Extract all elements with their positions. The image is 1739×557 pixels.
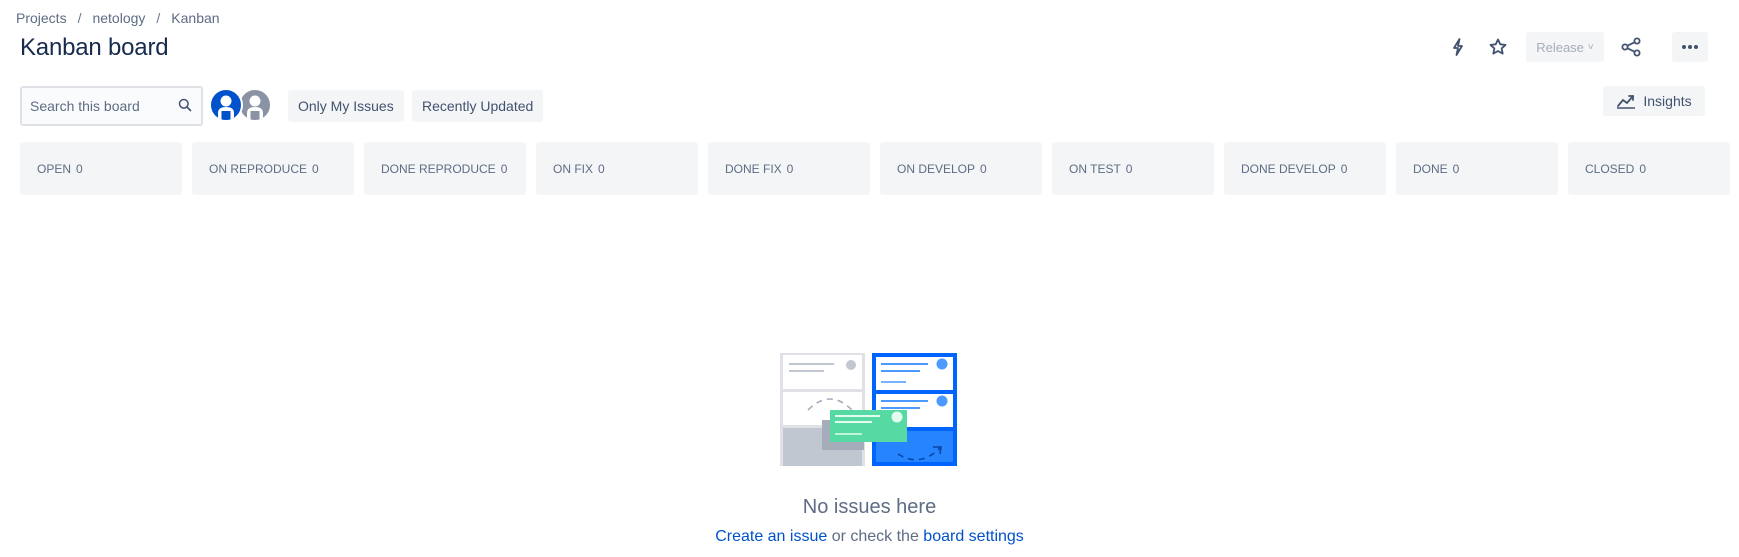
automation-button[interactable] xyxy=(1444,33,1472,61)
release-button[interactable]: Release ˅ xyxy=(1526,32,1604,62)
recently-updated-filter[interactable]: Recently Updated xyxy=(412,90,544,122)
avatar-icon xyxy=(218,95,234,120)
column-count: 0 xyxy=(980,161,987,176)
avatar[interactable] xyxy=(238,88,272,122)
breadcrumb-project[interactable]: netology xyxy=(92,10,145,26)
star-button[interactable] xyxy=(1484,33,1512,61)
column-header-done[interactable]: DONE 0 xyxy=(1396,142,1558,195)
column-count: 0 xyxy=(1125,161,1133,176)
column-count: 0 xyxy=(312,161,319,176)
column-header-done-fix[interactable]: DONE FIX 0 xyxy=(708,142,870,195)
column-header-on-test[interactable]: ON TEST 0 xyxy=(1052,142,1214,195)
board-toolbar: Only My Issues Recently Updated xyxy=(20,86,1720,126)
column-name: DONE REPRODUCE xyxy=(381,161,496,176)
chart-line-icon xyxy=(1617,95,1636,109)
star-icon xyxy=(1489,38,1507,55)
column-name: DONE FIX xyxy=(725,161,782,176)
column-header-closed[interactable]: CLOSED 0 xyxy=(1568,142,1730,195)
empty-state-message: No issues here xyxy=(802,496,937,518)
column-header-done-develop[interactable]: DONE DEVELOP 0 xyxy=(1224,142,1386,195)
board-columns: OPEN 0 ON REPRODUCE 0 DONE REPRODUCE 0 ON F… xyxy=(20,142,1739,195)
breadcrumb-board[interactable]: Kanban xyxy=(171,10,219,26)
column-count: 0 xyxy=(1340,161,1348,176)
column-name: DONE DEVELOP xyxy=(1241,161,1336,176)
only-my-issues-filter[interactable]: Only My Issues xyxy=(288,90,404,122)
breadcrumb-separator: / xyxy=(77,10,82,26)
breadcrumb-projects[interactable]: Projects xyxy=(16,10,67,26)
empty-state-hint: Create an issue or check the board setti… xyxy=(0,528,1739,546)
search-icon xyxy=(178,98,192,112)
breadcrumb-separator: / xyxy=(156,10,161,26)
column-count: 0 xyxy=(500,161,508,176)
empty-board-illustration xyxy=(780,353,957,466)
column-count: 0 xyxy=(76,161,83,176)
board-settings-link[interactable]: board settings xyxy=(923,528,1024,545)
column-count: 0 xyxy=(1452,161,1460,176)
empty-state-connector: or check the xyxy=(827,528,924,545)
create-issue-link[interactable]: Create an issue xyxy=(715,528,827,545)
column-count: 0 xyxy=(1639,161,1647,176)
search-input[interactable] xyxy=(30,98,170,114)
more-actions-button[interactable] xyxy=(1672,32,1708,62)
column-header-on-reproduce[interactable]: ON REPRODUCE 0 xyxy=(192,142,354,195)
share-icon xyxy=(1621,37,1641,57)
column-name: DONE xyxy=(1413,161,1448,176)
insights-label: Insights xyxy=(1643,93,1692,109)
share-button[interactable] xyxy=(1617,33,1645,61)
chevron-down-icon: ˅ xyxy=(1587,41,1594,53)
column-name: ON TEST xyxy=(1069,161,1121,176)
column-header-done-reproduce[interactable]: DONE REPRODUCE 0 xyxy=(364,142,526,195)
column-header-on-develop[interactable]: ON DEVELOP 0 xyxy=(880,142,1042,195)
column-name: OPEN xyxy=(37,161,72,176)
column-name: ON FIX xyxy=(553,161,594,176)
more-icon xyxy=(1682,45,1698,49)
release-label: Release xyxy=(1536,39,1584,55)
column-header-on-fix[interactable]: ON FIX 0 xyxy=(536,142,698,195)
insights-button[interactable]: Insights xyxy=(1603,86,1705,116)
column-name: ON DEVELOP xyxy=(897,161,976,176)
column-name: ON REPRODUCE xyxy=(209,161,308,176)
column-count: 0 xyxy=(598,161,605,176)
board-actions: Release ˅ xyxy=(0,32,1739,62)
column-count: 0 xyxy=(786,161,794,176)
lightning-icon xyxy=(1453,38,1463,56)
breadcrumb: Projects / netology / Kanban xyxy=(16,10,220,26)
column-name: CLOSED xyxy=(1585,161,1635,176)
column-header-open[interactable]: OPEN 0 xyxy=(20,142,182,195)
search-box xyxy=(20,86,203,126)
avatar-icon xyxy=(247,95,263,120)
avatar[interactable] xyxy=(209,88,243,122)
